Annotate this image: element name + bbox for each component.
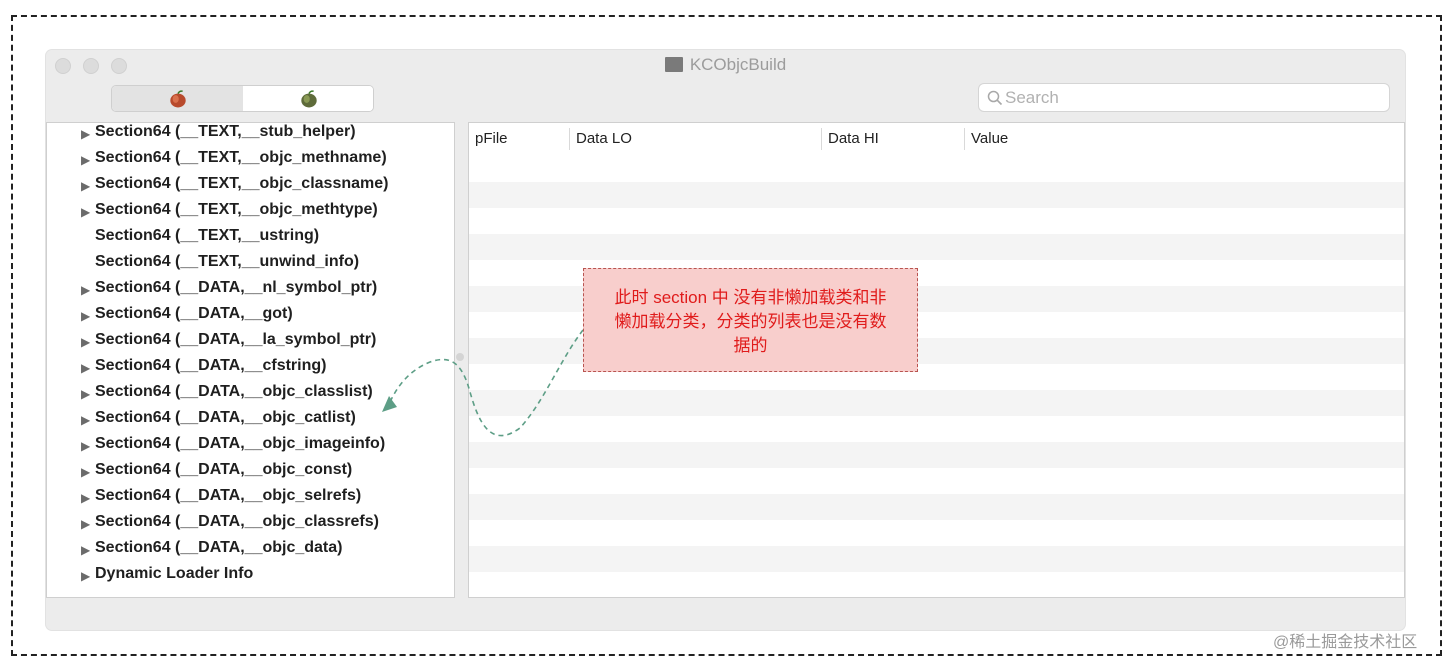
- watermark: @稀土掘金技术社区: [1273, 634, 1418, 651]
- annotation-text-line-3: 据的: [733, 336, 768, 355]
- annotation-note: 此时 section 中 没有非懒加载类和非 懒加载分类，分类的列表也是没有数 …: [583, 268, 918, 372]
- annotation-text-line-2: 懒加载分类，分类的列表也是没有数: [614, 312, 887, 331]
- annotation-text-line-1: 此时 section 中 没有非懒加载类和非: [614, 288, 887, 307]
